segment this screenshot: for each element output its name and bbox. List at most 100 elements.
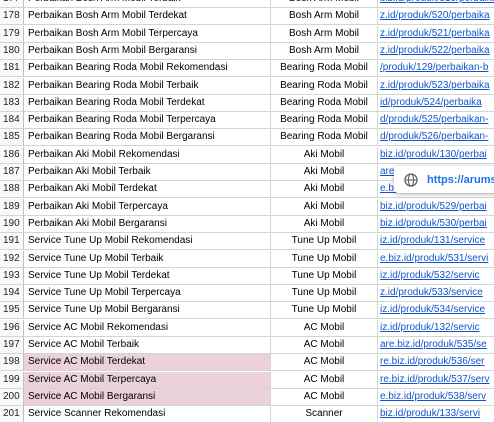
link-preview-tooltip[interactable]: https://arums [394, 166, 494, 193]
row-number: 184 [0, 112, 24, 130]
service-name-cell[interactable]: Perbaikan Bearing Roda Mobil Bergaransi [24, 129, 271, 147]
url-cell[interactable]: biz.id/produk/519/perbaikan- [378, 0, 494, 8]
service-name-cell[interactable]: Perbaikan Aki Mobil Bergaransi [24, 215, 271, 233]
category-cell[interactable]: Bosh Arm Mobil [271, 0, 378, 8]
service-name-cell[interactable]: Service AC Mobil Terpercaya [24, 371, 271, 389]
globe-icon [404, 172, 418, 187]
url-cell[interactable]: e.biz.id/produk/538/serv [378, 389, 494, 406]
category-cell[interactable]: Bosh Arm Mobil [271, 42, 378, 60]
table-row: 186 Perbaikan Aki Mobil Rekomendasi Aki Mo… [0, 146, 494, 164]
category-cell[interactable]: Bosh Arm Mobil [271, 8, 378, 26]
row-number: 196 [0, 319, 24, 337]
service-name-cell[interactable]: Service AC Mobil Terdekat [24, 354, 271, 372]
category-cell[interactable]: Aki Mobil [271, 215, 378, 233]
service-name-cell[interactable]: Perbaikan Bosh Arm Mobil Bergaransi [24, 42, 271, 60]
url-cell[interactable]: iz.id/produk/532/servic [378, 268, 494, 285]
url-cell[interactable]: z.id/produk/523/perbaika [378, 78, 494, 95]
url-cell[interactable]: biz.id/produk/529/perbai [378, 199, 494, 216]
service-name-cell[interactable]: Perbaikan Bosh Arm Mobil Terbaik [24, 0, 271, 8]
category-cell[interactable]: Tune Up Mobil [271, 233, 378, 251]
category-cell[interactable]: AC Mobil [271, 319, 378, 337]
service-name-cell[interactable]: Service Tune Up Mobil Terbaik [24, 250, 271, 268]
category-cell[interactable]: Bearing Roda Mobil [271, 60, 378, 78]
url-cell[interactable]: iz.id/produk/534/service [378, 302, 494, 320]
table-row: 193 Service Tune Up Mobil Terdekat Tune Up… [0, 267, 494, 285]
url-cell[interactable]: re.biz.id/produk/537/serv [378, 372, 494, 389]
table-row: 197 Service AC Mobil Terbaik AC Mobil are.b… [0, 337, 494, 354]
category-cell[interactable]: Bearing Roda Mobil [271, 112, 378, 130]
table-row: 183 Perbaikan Bearing Roda Mobil Terdekat… [0, 94, 494, 112]
category-cell[interactable]: AC Mobil [271, 354, 378, 372]
service-name-cell[interactable]: Service Tune Up Mobil Terpercaya [24, 285, 271, 303]
row-number: 197 [0, 337, 24, 354]
url-cell[interactable]: z.id/produk/520/perbaika [378, 8, 494, 26]
category-cell[interactable]: Bearing Roda Mobil [271, 77, 378, 95]
service-name-cell[interactable]: Perbaikan Bearing Roda Mobil Terpercaya [24, 112, 271, 130]
url-cell[interactable]: e.biz.id/produk/531/servi [378, 251, 494, 268]
service-name-cell[interactable]: Service AC Mobil Bergaransi [24, 388, 271, 406]
service-name-cell[interactable]: Service AC Mobil Rekomendasi [24, 319, 271, 337]
service-name-cell[interactable]: Perbaikan Bearing Roda Mobil Terbaik [24, 77, 271, 95]
service-name-cell[interactable]: Perbaikan Aki Mobil Terdekat [24, 181, 271, 199]
url-cell[interactable]: biz.id/produk/130/perbai [378, 147, 494, 164]
service-name-cell[interactable]: Perbaikan Bosh Arm Mobil Terdekat [24, 8, 271, 26]
category-cell[interactable]: AC Mobil [271, 371, 378, 389]
url-cell[interactable]: z.id/produk/533/service [378, 285, 494, 303]
row-number: 179 [0, 25, 24, 43]
service-name-cell[interactable]: Perbaikan Aki Mobil Terpercaya [24, 198, 271, 216]
category-cell[interactable]: Tune Up Mobil [271, 285, 378, 303]
table-row: 189 Perbaikan Aki Mobil Terpercaya Aki Mob… [0, 198, 494, 216]
category-cell[interactable]: AC Mobil [271, 337, 378, 354]
category-cell[interactable]: Bearing Roda Mobil [271, 94, 378, 112]
service-name-cell[interactable]: Perbaikan Aki Mobil Terbaik [24, 164, 271, 181]
table-row: 200 Service AC Mobil Bergaransi AC Mobil e.… [0, 388, 494, 406]
tooltip-link[interactable]: https://arums [427, 174, 494, 186]
url-cell[interactable]: biz.id/produk/530/perbai [378, 216, 494, 233]
category-cell[interactable]: Tune Up Mobil [271, 267, 378, 285]
service-name-cell[interactable]: Perbaikan Bearing Roda Mobil Rekomendasi [24, 60, 271, 78]
table-row: 191 Service Tune Up Mobil Rekomendasi Tune… [0, 233, 494, 251]
service-name-cell[interactable]: Perbaikan Aki Mobil Rekomendasi [24, 146, 271, 164]
row-number: 191 [0, 233, 24, 251]
table-row: 194 Service Tune Up Mobil Terpercaya Tune … [0, 285, 494, 303]
row-number: 185 [0, 129, 24, 147]
row-number: 178 [0, 8, 24, 26]
url-cell[interactable]: iz.id/produk/131/service [378, 233, 494, 251]
table-row: 182 Perbaikan Bearing Roda Mobil Terbaik B… [0, 77, 494, 95]
url-cell[interactable]: re.biz.id/produk/536/ser [378, 354, 494, 372]
service-name-cell[interactable]: Perbaikan Bearing Roda Mobil Terdekat [24, 94, 271, 112]
table-row: 179 Perbaikan Bosh Arm Mobil Terpercaya Bo… [0, 25, 494, 43]
table-row: 185 Perbaikan Bearing Roda Mobil Bergaran… [0, 129, 494, 147]
service-name-cell[interactable]: Service Tune Up Mobil Rekomendasi [24, 233, 271, 251]
table-row: 196 Service AC Mobil Rekomendasi AC Mobil i… [0, 319, 494, 337]
category-cell[interactable]: Bosh Arm Mobil [271, 25, 378, 43]
row-number: 188 [0, 181, 24, 199]
service-name-cell[interactable]: Service AC Mobil Terbaik [24, 337, 271, 354]
category-cell[interactable]: Bearing Roda Mobil [271, 129, 378, 147]
category-cell[interactable]: Aki Mobil [271, 146, 378, 164]
url-cell[interactable]: id/produk/524/perbaika [378, 95, 494, 112]
url-cell[interactable]: d/produk/526/perbaikan- [378, 129, 494, 147]
url-cell[interactable]: z.id/produk/522/perbaika [378, 43, 494, 60]
category-cell[interactable]: Aki Mobil [271, 164, 378, 181]
url-cell[interactable]: d/produk/525/perbaikan- [378, 112, 494, 130]
category-cell[interactable]: Tune Up Mobil [271, 250, 378, 268]
service-name-cell[interactable]: Service Tune Up Mobil Bergaransi [24, 302, 271, 320]
category-cell[interactable]: Aki Mobil [271, 181, 378, 199]
category-cell[interactable]: Tune Up Mobil [271, 302, 378, 320]
row-number: 181 [0, 60, 24, 78]
url-cell[interactable]: /produk/129/perbaikan-b [378, 60, 494, 78]
table-row: 180 Perbaikan Bosh Arm Mobil Bergaransi Bo… [0, 42, 494, 60]
url-cell[interactable]: iz.id/produk/132/servic [378, 320, 494, 337]
url-cell[interactable]: are.biz.id/produk/535/se [378, 337, 494, 354]
url-cell[interactable]: z.id/produk/521/perbaika [378, 26, 494, 43]
table-row: 198 Service AC Mobil Terdekat AC Mobil re.b… [0, 354, 494, 372]
category-cell[interactable]: Aki Mobil [271, 198, 378, 216]
category-cell[interactable]: AC Mobil [271, 388, 378, 406]
table-row: 184 Perbaikan Bearing Roda Mobil Terperca… [0, 112, 494, 130]
table-row: 190 Perbaikan Aki Mobil Bergaransi Aki Mob… [0, 215, 494, 233]
service-name-cell[interactable]: Service Tune Up Mobil Terdekat [24, 267, 271, 285]
row-number: 180 [0, 42, 24, 60]
service-name-cell[interactable]: Perbaikan Bosh Arm Mobil Terpercaya [24, 25, 271, 43]
row-number: 187 [0, 164, 24, 181]
